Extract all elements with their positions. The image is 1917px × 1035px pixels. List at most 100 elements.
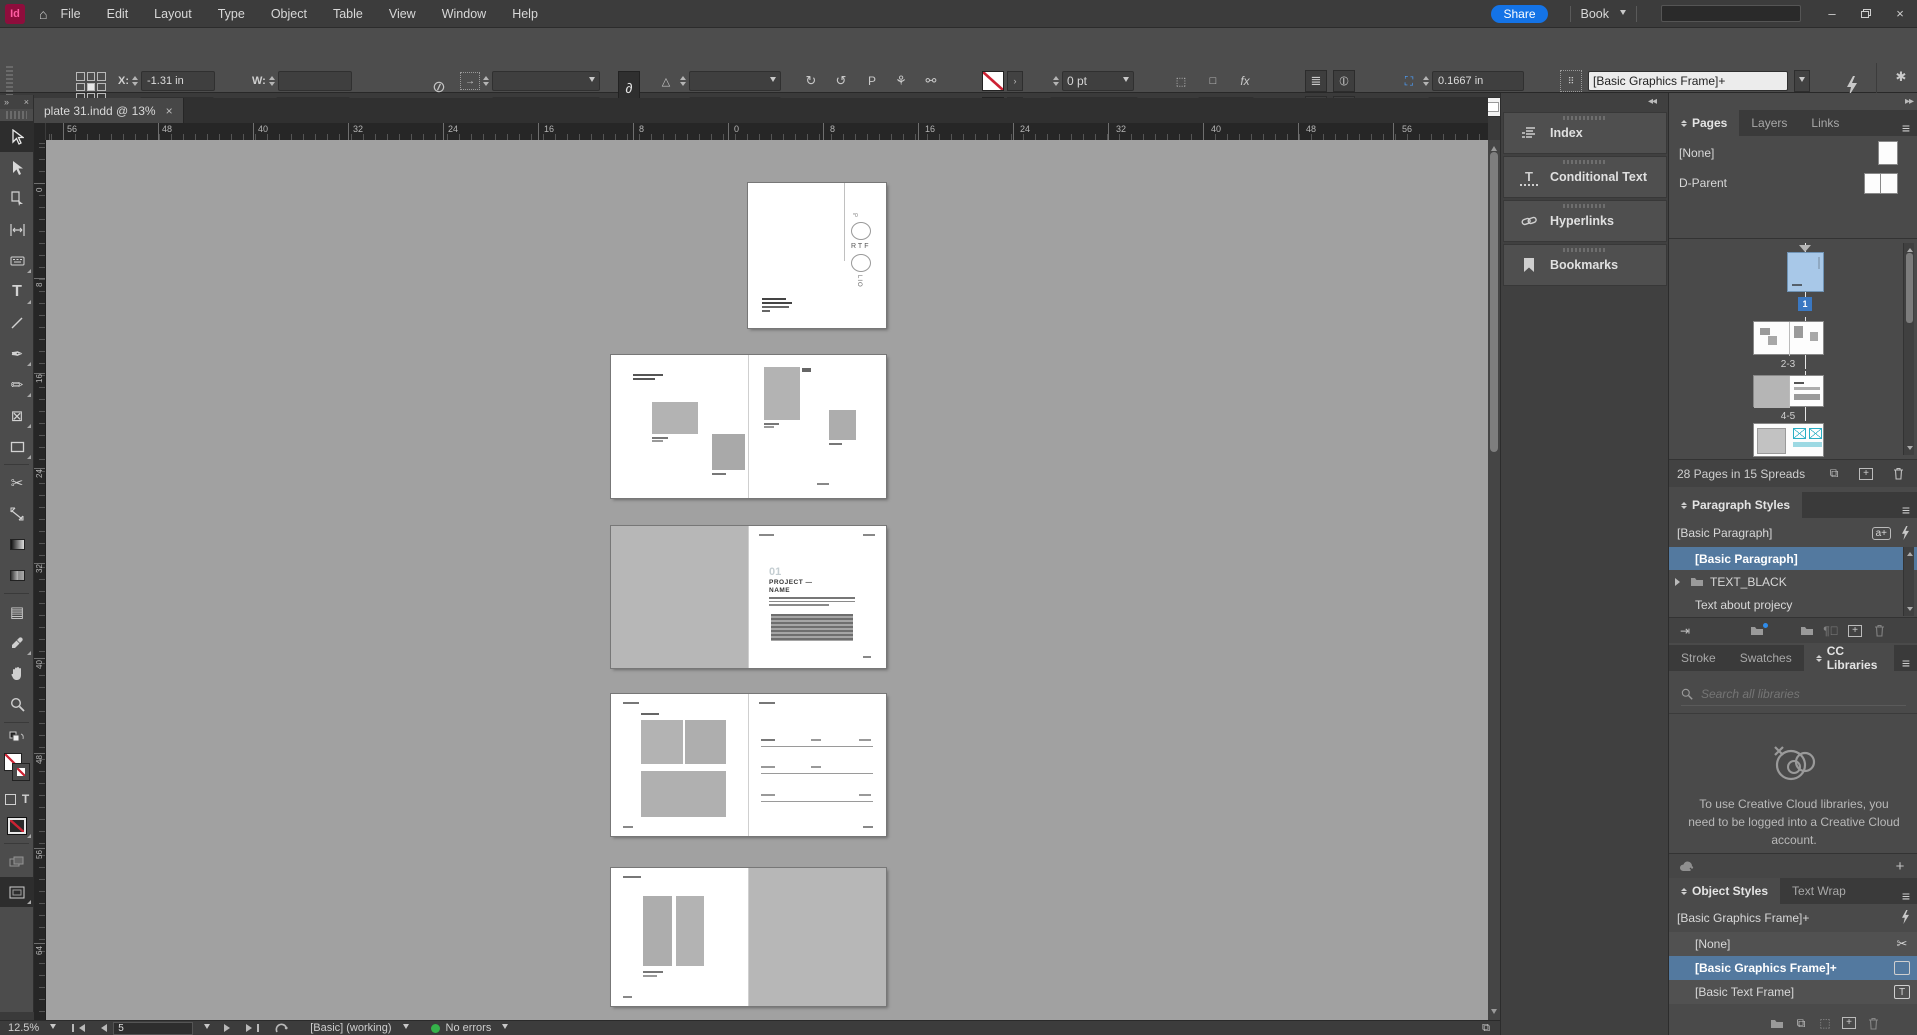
corner-shape-icon[interactable]: □ xyxy=(1202,70,1224,92)
book-dropdown[interactable]: Book xyxy=(1581,7,1627,21)
panel-menu-icon[interactable]: ≡ xyxy=(1894,888,1917,904)
errors-dropdown-icon[interactable] xyxy=(502,1024,508,1032)
panel-expand-icon[interactable]: » xyxy=(4,97,9,107)
wrap-offset-field[interactable] xyxy=(1432,71,1524,91)
w-field[interactable] xyxy=(278,71,352,91)
gradient-swatch-tool[interactable] xyxy=(0,529,34,560)
tab-paragraph-styles[interactable]: Paragraph Styles xyxy=(1669,492,1802,518)
clear-overrides-icon[interactable]: ¶⃠ xyxy=(1819,622,1843,640)
cloud-sync-disabled-icon[interactable] xyxy=(1675,858,1699,876)
scrollbar-thumb[interactable] xyxy=(1906,253,1913,323)
fill-stroke-swatches[interactable] xyxy=(0,751,34,787)
wrap-none-icon[interactable]: ≣ xyxy=(1305,70,1327,92)
quick-apply-lightning-icon[interactable] xyxy=(1901,526,1910,540)
edit-page-size-icon[interactable]: ⧉ xyxy=(1822,465,1846,483)
panel-button-index[interactable]: Index xyxy=(1503,112,1667,154)
tab-swatches[interactable]: Swatches xyxy=(1728,645,1804,671)
zoom-dropdown-icon[interactable] xyxy=(50,1024,56,1032)
gradient-feather-tool[interactable] xyxy=(0,560,34,591)
object-style-item-basic-text[interactable]: [Basic Text Frame] T xyxy=(1669,980,1917,1004)
menu-view[interactable]: View xyxy=(376,0,429,27)
object-style-item-basic-graphics[interactable]: [Basic Graphics Frame]+ xyxy=(1669,956,1917,980)
preflight-dropdown-icon[interactable] xyxy=(403,1024,409,1032)
screen-mode-button[interactable] xyxy=(0,877,34,907)
content-collector-tool[interactable] xyxy=(0,245,34,276)
first-page-button[interactable] xyxy=(72,1024,85,1032)
spread-2-3[interactable] xyxy=(611,355,886,498)
spread-6-7[interactable] xyxy=(611,694,886,836)
x-stepper[interactable] xyxy=(132,73,138,89)
preflight-profile[interactable]: [Basic] (working) xyxy=(310,1022,391,1034)
select-content-icon[interactable]: ⚘ xyxy=(890,70,912,92)
share-button[interactable]: Share xyxy=(1491,5,1547,23)
spread-thumbnail-4-5[interactable] xyxy=(1753,375,1824,407)
scrollbar-thumb[interactable] xyxy=(1490,152,1498,452)
tab-stroke[interactable]: Stroke xyxy=(1669,645,1728,671)
note-tool[interactable]: ▤ xyxy=(0,596,34,627)
new-page-icon[interactable]: + xyxy=(1854,465,1878,483)
zoom-tool[interactable] xyxy=(0,689,34,720)
delete-page-icon[interactable] xyxy=(1886,465,1910,483)
panel-button-conditional-text[interactable]: T Conditional Text xyxy=(1503,156,1667,198)
pages-scrollbar[interactable] xyxy=(1903,243,1914,455)
style-group-icon[interactable] xyxy=(1765,1014,1789,1032)
paragraph-style-item-basic[interactable]: [Basic Paragraph] xyxy=(1669,547,1917,570)
menu-object[interactable]: Object xyxy=(258,0,320,27)
rectangle-tool[interactable] xyxy=(0,431,34,462)
page-number-field[interactable] xyxy=(113,1022,193,1035)
preflight-errors-label[interactable]: No errors xyxy=(446,1022,492,1034)
delete-style-icon[interactable] xyxy=(1867,622,1891,640)
gear-icon[interactable]: ✱ xyxy=(1890,66,1912,88)
libraries-search-input[interactable] xyxy=(1701,687,1871,701)
minimize-button[interactable]: – xyxy=(1815,0,1849,27)
master-none-row[interactable]: [None] xyxy=(1669,139,1917,167)
pen-tool[interactable]: ✒ xyxy=(0,338,34,369)
panel-menu-icon[interactable]: ≡ xyxy=(1894,120,1917,136)
rotation-stepper[interactable] xyxy=(680,73,686,89)
scale-x-stepper[interactable] xyxy=(483,73,489,89)
tab-object-styles[interactable]: Object Styles xyxy=(1669,878,1780,904)
eyedropper-tool[interactable] xyxy=(0,627,34,658)
clear-overrides-icon[interactable]: ⧉ xyxy=(1789,1014,1813,1032)
collapse-dock-icon[interactable]: ▸▸ xyxy=(1905,96,1913,107)
master-dparent-row[interactable]: D-Parent xyxy=(1669,169,1917,197)
libraries-search[interactable] xyxy=(1681,687,1906,706)
select-previous-object-icon[interactable]: ⚯ xyxy=(920,70,942,92)
rotate-cw-icon[interactable]: ↻ xyxy=(800,70,822,92)
object-style-select[interactable]: [Basic Graphics Frame]+ xyxy=(1588,71,1788,91)
zoom-level[interactable]: 12.5% xyxy=(8,1022,39,1034)
paragraph-style-group-textblack[interactable]: TEXT_BLACK xyxy=(1669,570,1917,593)
quick-apply-lightning-icon[interactable] xyxy=(1901,910,1910,924)
constrain-wh-link-icon[interactable]: ⊘ xyxy=(425,73,453,101)
document-canvas[interactable]: *0 RTF LIO xyxy=(46,140,1488,1020)
panel-close-icon[interactable]: × xyxy=(24,97,29,107)
wrap-bounding-box-icon[interactable]: ⦶ xyxy=(1333,70,1355,92)
horizontal-ruler[interactable]: 56 48 40 32 24 16 8 0 8 16 24 32 40 48 5… xyxy=(46,123,1488,140)
page-thumbnail-1[interactable] xyxy=(1787,252,1824,292)
spread-thumbnail-6-7[interactable] xyxy=(1753,423,1824,457)
object-style-item-none[interactable]: [None] ✂ xyxy=(1669,932,1917,956)
load-styles-icon[interactable]: ⇥ xyxy=(1673,622,1697,640)
object-style-dropdown-button[interactable] xyxy=(1794,70,1810,92)
panel-button-hyperlinks[interactable]: Hyperlinks xyxy=(1503,200,1667,242)
page-dropdown-icon[interactable] xyxy=(204,1024,210,1032)
previous-page-button[interactable] xyxy=(97,1024,107,1032)
menu-layout[interactable]: Layout xyxy=(141,0,205,27)
tab-text-wrap[interactable]: Text Wrap xyxy=(1780,878,1858,904)
pages-list[interactable]: 1 2-3 4-5 xyxy=(1669,239,1917,457)
spread-view-icon[interactable]: ⧉ xyxy=(1482,1022,1490,1035)
hand-tool[interactable] xyxy=(0,658,34,689)
gap-stepper[interactable] xyxy=(1423,73,1429,89)
line-tool[interactable] xyxy=(0,307,34,338)
new-style-group-icon[interactable] xyxy=(1795,622,1819,640)
corner-options-icon[interactable]: ⬚ xyxy=(1170,70,1192,92)
delete-style-icon[interactable] xyxy=(1861,1014,1885,1032)
paragraph-style-item-projecy[interactable]: Text about projecy xyxy=(1669,593,1917,616)
paragraph-styles-scrollbar[interactable] xyxy=(1903,547,1914,616)
app-search-input[interactable] xyxy=(1661,5,1801,22)
ruler-corner[interactable] xyxy=(34,123,46,140)
document-tab[interactable]: plate 31.indd @ 13% × xyxy=(34,98,184,123)
preflight-icon[interactable] xyxy=(275,1022,288,1034)
menu-window[interactable]: Window xyxy=(429,0,499,27)
tab-close-icon[interactable]: × xyxy=(166,104,173,118)
